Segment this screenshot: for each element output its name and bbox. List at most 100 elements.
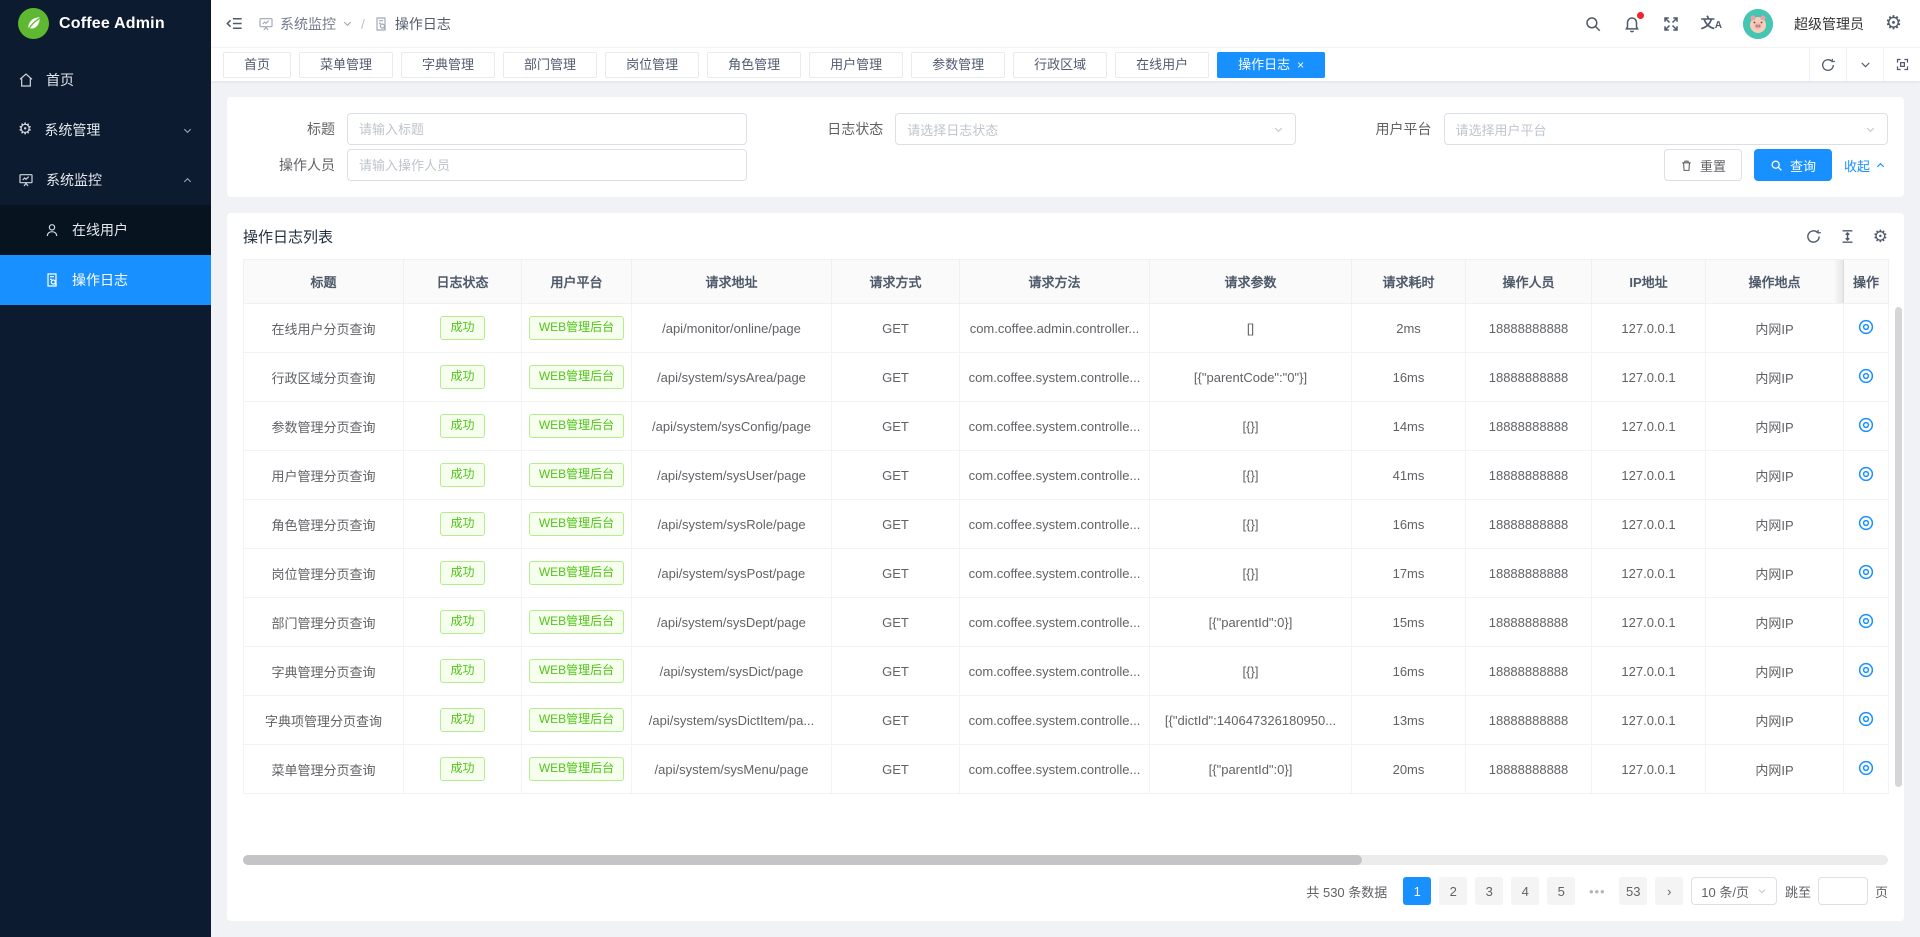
tab-1[interactable]: 菜单管理 <box>299 52 393 78</box>
trash-icon <box>1680 159 1693 172</box>
page-button-4[interactable]: 4 <box>1511 877 1539 905</box>
view-detail-button[interactable] <box>1857 563 1875 584</box>
sidebar-item-2[interactable]: 系统监控 <box>0 155 211 205</box>
vertical-scrollbar[interactable] <box>1895 307 1902 787</box>
tab-3[interactable]: 部门管理 <box>503 52 597 78</box>
cell-method: GET <box>832 304 960 353</box>
view-detail-button[interactable] <box>1857 367 1875 388</box>
view-detail-button[interactable] <box>1857 318 1875 339</box>
view-detail-button[interactable] <box>1857 465 1875 486</box>
cell-title: 部门管理分页查询 <box>244 598 404 647</box>
chevron-down-icon <box>1273 124 1284 135</box>
cell-ip: 127.0.0.1 <box>1592 598 1706 647</box>
eye-icon <box>1857 416 1875 437</box>
status-badge: 成功 <box>440 610 484 634</box>
user-icon <box>44 222 60 238</box>
reset-button[interactable]: 重置 <box>1664 149 1742 181</box>
scrollbar-thumb[interactable] <box>243 855 1362 865</box>
platform-select[interactable]: 请选择用户平台 <box>1444 113 1888 145</box>
tab-10[interactable]: 操作日志× <box>1217 52 1325 78</box>
chevron-up-icon <box>1875 160 1886 171</box>
page-button-3[interactable]: 3 <box>1475 877 1503 905</box>
cell-location: 内网IP <box>1706 304 1844 353</box>
tab-8[interactable]: 行政区域 <box>1013 52 1107 78</box>
user-name[interactable]: 超级管理员 <box>1794 14 1864 34</box>
page-button-5[interactable]: 5 <box>1547 877 1575 905</box>
sidebar-subitem-0[interactable]: 在线用户 <box>0 205 211 255</box>
title-input[interactable] <box>359 122 735 137</box>
close-icon[interactable]: × <box>1297 59 1304 71</box>
cell-duration: 16ms <box>1352 500 1466 549</box>
tab-0[interactable]: 首页 <box>223 52 291 78</box>
view-detail-button[interactable] <box>1857 416 1875 437</box>
avatar[interactable] <box>1743 9 1773 39</box>
gear-icon[interactable]: ⚙ <box>1885 14 1902 33</box>
horizontal-scrollbar[interactable] <box>243 855 1888 865</box>
sidebar-subitem-1[interactable]: 操作日志 <box>0 255 211 305</box>
cell-title: 岗位管理分页查询 <box>244 549 404 598</box>
cell-handler: com.coffee.system.controlle... <box>960 745 1150 794</box>
jump-page-input[interactable] <box>1818 877 1868 905</box>
fullscreen-icon[interactable] <box>1662 15 1680 33</box>
cell-method: GET <box>832 598 960 647</box>
refresh-icon[interactable] <box>1805 228 1822 245</box>
tab-2[interactable]: 字典管理 <box>401 52 495 78</box>
view-detail-button[interactable] <box>1857 514 1875 535</box>
cell-params: [{"dictId":140647326180950... <box>1150 696 1352 745</box>
operator-input[interactable] <box>359 158 735 173</box>
page-size-select[interactable]: 10 条/页 <box>1691 877 1777 905</box>
eye-icon <box>1857 563 1875 584</box>
maximize-icon[interactable] <box>1883 48 1920 81</box>
collapse-filter-link[interactable]: 收起 <box>1844 156 1886 175</box>
column-header-6: 请求参数 <box>1150 260 1352 304</box>
view-detail-button[interactable] <box>1857 661 1875 682</box>
cell-title: 字典管理分页查询 <box>244 647 404 696</box>
column-header-1: 日志状态 <box>404 260 522 304</box>
cell-action <box>1844 500 1889 549</box>
tab-9[interactable]: 在线用户 <box>1115 52 1209 78</box>
page-button-2[interactable]: 2 <box>1439 877 1467 905</box>
cell-params: [{}] <box>1150 647 1352 696</box>
collapse-sidebar-icon[interactable] <box>225 14 244 33</box>
cell-handler: com.coffee.system.controlle... <box>960 549 1150 598</box>
text-height-icon[interactable] <box>1839 228 1856 245</box>
sidebar-submenu: 在线用户操作日志 <box>0 205 211 305</box>
cell-method: GET <box>832 402 960 451</box>
view-detail-button[interactable] <box>1857 612 1875 633</box>
home-icon <box>18 72 34 88</box>
app-logo[interactable]: Coffee Admin <box>0 0 211 47</box>
search-button[interactable]: 查询 <box>1754 149 1832 181</box>
page-ellipsis[interactable]: ••• <box>1583 884 1611 899</box>
tab-6[interactable]: 用户管理 <box>809 52 903 78</box>
search-icon[interactable] <box>1584 15 1602 33</box>
sidebar-item-0[interactable]: 首页 <box>0 55 211 105</box>
tab-4[interactable]: 岗位管理 <box>605 52 699 78</box>
gear-icon[interactable]: ⚙ <box>1873 228 1888 245</box>
operation-log-table: 标题日志状态用户平台请求地址请求方式请求方法请求参数请求耗时操作人员IP地址操作… <box>243 259 1889 794</box>
bell-icon[interactable] <box>1623 15 1641 33</box>
filter-card: 标题 日志状态 请选择日志状态 <box>227 97 1904 197</box>
view-detail-button[interactable] <box>1857 710 1875 731</box>
table-title: 操作日志列表 <box>243 226 333 247</box>
status-select[interactable]: 请选择日志状态 <box>895 113 1295 145</box>
view-detail-button[interactable] <box>1857 759 1875 780</box>
next-page-button[interactable]: › <box>1655 877 1683 905</box>
cell-title: 字典项管理分页查询 <box>244 696 404 745</box>
breadcrumb-section[interactable]: 系统监控 <box>280 14 336 34</box>
cell-ip: 127.0.0.1 <box>1592 353 1706 402</box>
column-header-10: 操作地点 <box>1706 260 1844 304</box>
cell-platform: WEB管理后台 <box>522 353 632 402</box>
page-button-53[interactable]: 53 <box>1619 877 1647 905</box>
table-header-row: 标题日志状态用户平台请求地址请求方式请求方法请求参数请求耗时操作人员IP地址操作… <box>244 260 1889 304</box>
sidebar-item-1[interactable]: ⚙系统管理 <box>0 105 211 155</box>
refresh-icon[interactable] <box>1809 48 1846 81</box>
cell-ip: 127.0.0.1 <box>1592 745 1706 794</box>
page-button-1[interactable]: 1 <box>1403 877 1431 905</box>
table-body: 在线用户分页查询成功WEB管理后台/api/monitor/online/pag… <box>244 304 1889 794</box>
cell-url: /api/system/sysDept/page <box>632 598 832 647</box>
tab-7[interactable]: 参数管理 <box>911 52 1005 78</box>
translate-icon[interactable]: 文A <box>1701 16 1722 31</box>
cell-action <box>1844 598 1889 647</box>
chevron-down-icon[interactable] <box>1846 48 1883 81</box>
tab-5[interactable]: 角色管理 <box>707 52 801 78</box>
